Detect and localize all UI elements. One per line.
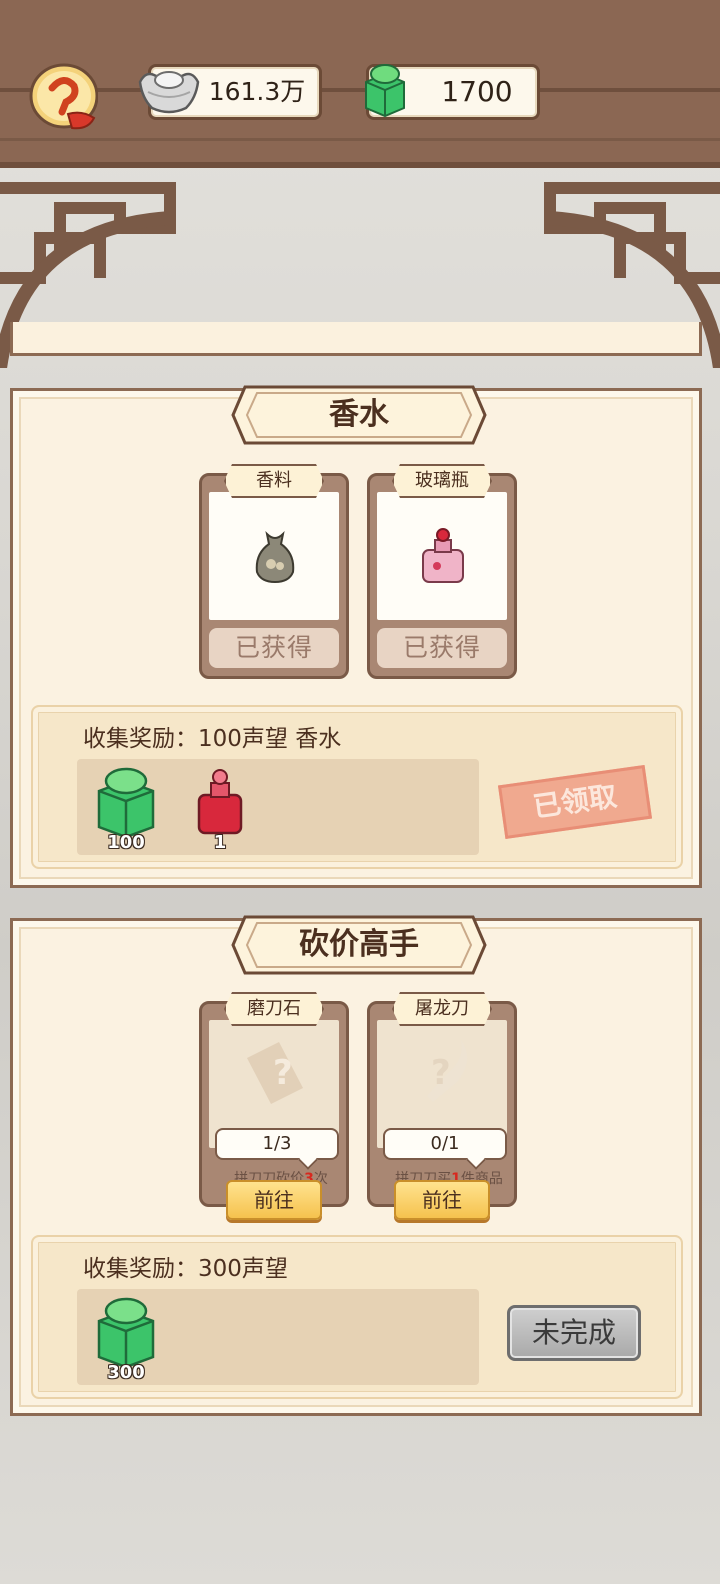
- collection-title: 砍价高手: [299, 927, 419, 962]
- reward-item[interactable]: 100: [91, 765, 161, 853]
- back-button[interactable]: [28, 60, 99, 134]
- item-progress: 0/1: [383, 1128, 507, 1160]
- unknown-item-icon: ?: [247, 1042, 303, 1104]
- item-status: 已获得: [377, 628, 507, 668]
- reward-label: 收集奖励：100声望 香水: [83, 726, 342, 752]
- item-slot: ? 0/1 拼刀刀买1件商品: [377, 1020, 507, 1187]
- collection-panel: 砍价高手 ? 1/3 拼刀刀砍价3次 磨刀石 前往 ? 0/1 拼刀刀买1件商品…: [10, 915, 702, 1416]
- collection-item-card[interactable]: 香料 已获得: [199, 464, 349, 679]
- reward-count: 100: [107, 832, 145, 853]
- silver-ingot-icon: [138, 71, 200, 114]
- reward-box: 收集奖励：300声望 300 未完成: [31, 1235, 683, 1399]
- top-bar-rail: [0, 138, 720, 141]
- item-name-tag: 磨刀石: [224, 992, 324, 1026]
- collection-title-plate: 香水: [231, 383, 487, 447]
- item-name-tag: 香料: [224, 464, 324, 498]
- reward-count: 1: [213, 832, 227, 853]
- reward-item[interactable]: 1: [185, 765, 255, 853]
- reward-box: 收集奖励：100声望 香水 100 1 已领取: [31, 705, 683, 869]
- item-progress: 1/3: [215, 1128, 339, 1160]
- item-status: 已获得: [209, 628, 339, 668]
- collection-title: 香水: [329, 397, 389, 432]
- jade-amount: 1700: [441, 75, 513, 108]
- svg-text:?: ?: [431, 1053, 451, 1093]
- go-button[interactable]: 前往: [226, 1180, 322, 1220]
- reward-count: 300: [107, 1362, 145, 1383]
- collection-panel: 香水 香料 已获得 玻璃瓶 已获得 收集奖励：100声望 香水 100 1 已领…: [10, 385, 702, 888]
- reward-label: 收集奖励：300声望: [83, 1256, 288, 1282]
- item-slot: ? 1/3 拼刀刀砍价3次: [209, 1020, 339, 1187]
- svg-text:?: ?: [273, 1053, 293, 1093]
- collection-list[interactable]: 香水 香料 已获得 玻璃瓶 已获得 收集奖励：100声望 香水 100 1 已领…: [10, 322, 702, 1584]
- unknown-sword-icon: ?: [427, 1040, 468, 1102]
- glass-bottle-icon: [422, 528, 464, 583]
- jade-icon: [97, 767, 155, 839]
- perfume-bottle-icon: [197, 769, 243, 835]
- item-name-tag: 屠龙刀: [392, 992, 492, 1026]
- jade-icon: [97, 1297, 155, 1369]
- reward-tray: 100 1: [77, 759, 479, 855]
- collection-item-card[interactable]: ? 1/3 拼刀刀砍价3次 磨刀石 前往: [199, 992, 349, 1220]
- item-slot: [209, 492, 339, 620]
- item-slot: [377, 492, 507, 620]
- silver-amount: 161.3万: [208, 77, 306, 106]
- item-name-tag: 玻璃瓶: [392, 464, 492, 498]
- incomplete-button[interactable]: 未完成: [507, 1305, 641, 1361]
- jade-icon: [365, 64, 405, 118]
- spice-bag-icon: [255, 530, 295, 584]
- claimed-stamp: 已领取: [497, 764, 653, 840]
- top-bar: 161.3万 1700: [0, 0, 720, 168]
- collection-item-card[interactable]: ? 0/1 拼刀刀买1件商品 屠龙刀 前往: [367, 992, 517, 1220]
- previous-panel-edge: [10, 322, 702, 356]
- reward-item[interactable]: 300: [91, 1295, 161, 1383]
- back-gourd-icon: [29, 63, 99, 130]
- collection-item-card[interactable]: 玻璃瓶 已获得: [367, 464, 517, 679]
- collection-title-plate: 砍价高手: [231, 913, 487, 977]
- go-button[interactable]: 前往: [394, 1180, 490, 1220]
- reward-tray: 300: [77, 1289, 479, 1385]
